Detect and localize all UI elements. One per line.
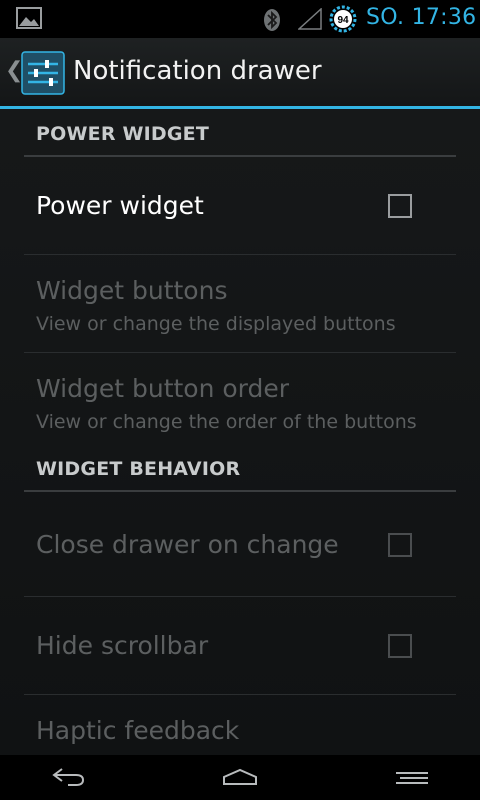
pref-summary: View or change the displayed buttons (36, 313, 396, 335)
battery-icon: 94 (328, 4, 358, 38)
pref-close-drawer-on-change: Close drawer on change (24, 492, 456, 597)
pref-hide-scrollbar: Hide scrollbar (24, 597, 456, 695)
category-header: POWER WIDGET (36, 123, 209, 145)
status-bar: 94 SO. 17:36 (0, 0, 480, 38)
pref-haptic-feedback: Haptic feedback (24, 695, 456, 755)
pref-widget-button-order: Widget button order View or change the o… (24, 353, 456, 450)
hide-scrollbar-checkbox (388, 634, 412, 658)
pref-title: Power widget (36, 191, 204, 220)
pref-title: Haptic feedback (36, 716, 240, 745)
recents-icon[interactable] (394, 770, 430, 789)
category-power-widget: POWER WIDGET (24, 109, 456, 157)
page-title: Notification drawer (73, 56, 322, 86)
pref-summary: View or change the order of the buttons (36, 411, 417, 433)
preference-list[interactable]: POWER WIDGET Power widget Widget buttons… (0, 109, 480, 755)
pref-title: Widget buttons (36, 276, 228, 305)
pref-title: Widget button order (36, 374, 290, 403)
close-drawer-checkbox (388, 533, 412, 557)
home-icon[interactable] (222, 768, 258, 790)
back-icon[interactable] (50, 767, 86, 791)
bluetooth-icon (263, 8, 281, 36)
navigation-bar (0, 755, 480, 800)
power-widget-checkbox[interactable] (388, 194, 412, 218)
pref-widget-buttons: Widget buttons View or change the displa… (24, 255, 456, 353)
signal-icon (297, 7, 322, 34)
pref-title: Hide scrollbar (36, 631, 209, 660)
category-widget-behavior: WIDGET BEHAVIOR (24, 444, 456, 492)
pref-title: Close drawer on change (36, 530, 339, 559)
status-clock: SO. 17:36 (366, 5, 477, 30)
settings-sliders-icon[interactable] (21, 51, 65, 99)
gallery-icon (16, 7, 42, 33)
battery-level-text: 94 (337, 15, 349, 26)
category-header: WIDGET BEHAVIOR (36, 458, 241, 480)
pref-power-widget[interactable]: Power widget (24, 157, 456, 255)
action-bar: ❮ Notification drawer (0, 38, 480, 106)
